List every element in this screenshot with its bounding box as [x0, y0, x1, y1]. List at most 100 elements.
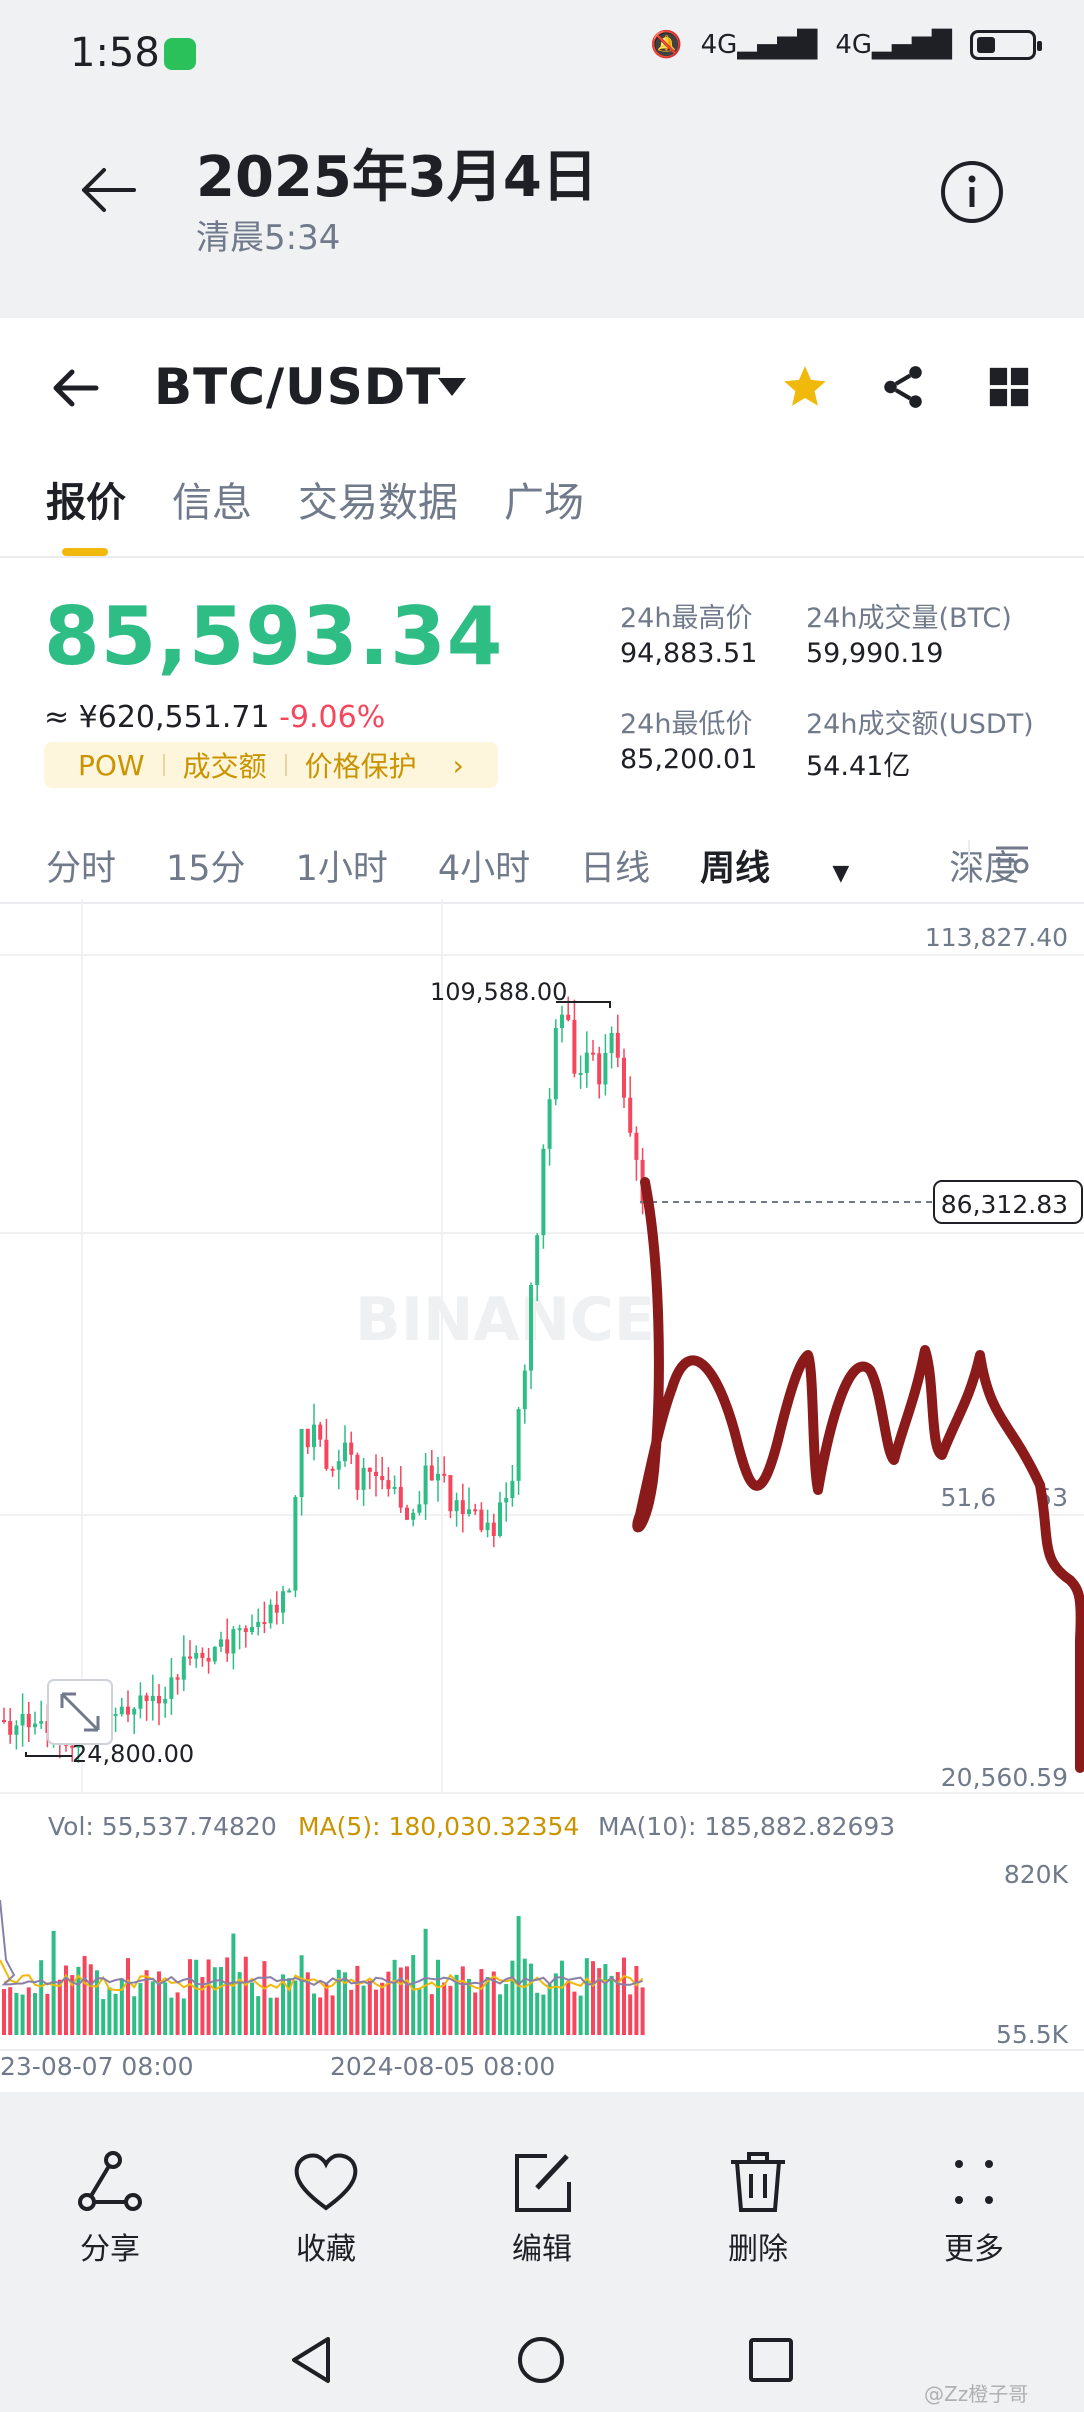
chart-settings-icon[interactable]	[994, 842, 1030, 878]
candle-body	[243, 1628, 248, 1633]
app-back-icon[interactable]	[50, 368, 100, 408]
candle-body	[423, 1465, 428, 1505]
axis-top-label: 113,827.40	[925, 923, 1068, 952]
volume-bar	[82, 1955, 87, 2035]
share-button[interactable]: 分享	[40, 2150, 180, 2268]
candle-body	[150, 1695, 155, 1702]
volume-bar	[541, 1994, 546, 2035]
candle-body	[287, 1590, 292, 1593]
volume-bar	[374, 1989, 378, 2035]
tab-quote[interactable]: 报价	[46, 470, 126, 528]
grid-icon[interactable]	[986, 364, 1032, 410]
chevron-down-icon[interactable]	[436, 376, 468, 398]
back-arrow-icon[interactable]	[78, 160, 138, 220]
candlestick-chart[interactable]: BINANCE 113,827.40 51,6 53 20,560.59 86,3…	[0, 900, 1084, 2090]
favorite-button[interactable]: 收藏	[256, 2150, 396, 2268]
trash-icon	[731, 2152, 785, 2212]
candle-body	[429, 1465, 434, 1481]
candle-body	[374, 1471, 378, 1476]
candle-body	[256, 1622, 261, 1628]
candle-body	[138, 1695, 143, 1709]
volume-bar	[349, 1989, 354, 2035]
tab-square[interactable]: 广场	[504, 470, 584, 528]
nav-recents-icon[interactable]	[746, 2335, 796, 2385]
volume-bar	[14, 1992, 19, 2035]
candle-body	[349, 1442, 354, 1455]
candle-body	[281, 1591, 285, 1613]
volume-bar	[262, 1961, 267, 2035]
volume-bar	[603, 1964, 608, 2035]
stat-vol-usdt: 54.41亿	[806, 751, 911, 782]
mute-icon: 🔕	[650, 30, 683, 60]
volume-bar	[436, 1959, 440, 2035]
volume-bar	[355, 1965, 360, 2035]
candle-body	[436, 1473, 440, 1481]
volume-bar	[293, 1980, 298, 2035]
candle-body	[113, 1714, 118, 1717]
hand-drawn-annotation	[632, 1177, 1084, 1773]
share-nodes-icon	[78, 2151, 142, 2211]
tab-indicator	[62, 548, 108, 556]
interval-15m[interactable]: 15分	[166, 840, 246, 891]
axis-bottom-label: 20,560.59	[941, 1763, 1068, 1792]
volume-bar	[312, 1993, 316, 2035]
share-icon[interactable]	[878, 362, 928, 412]
volume-bar	[628, 1994, 633, 2035]
tab-trading-data[interactable]: 交易数据	[298, 470, 458, 528]
low-leader	[25, 1752, 72, 1757]
interval-1h[interactable]: 1小时	[296, 840, 388, 891]
candle-body	[609, 1032, 614, 1054]
volume-bar	[622, 1957, 626, 2035]
more-button[interactable]: 更多	[904, 2150, 1044, 2268]
volume-bar	[132, 1996, 137, 2035]
volume-bar	[448, 1985, 453, 2035]
tag-price-protect[interactable]: 价格保护	[287, 745, 435, 785]
volume-bar	[181, 1998, 186, 2035]
candle-body	[163, 1698, 168, 1704]
interval-time[interactable]: 分时	[46, 840, 116, 891]
candle-body	[510, 1480, 515, 1498]
delete-label: 删除	[728, 2232, 788, 2267]
volume-bar	[318, 1997, 323, 2035]
edit-button[interactable]: 编辑	[472, 2150, 612, 2268]
interval-4h[interactable]: 4小时	[438, 840, 530, 891]
favorite-star-icon[interactable]	[780, 362, 830, 412]
volume-bar	[479, 1969, 484, 2035]
photo-time: 清晨5:34	[196, 218, 341, 258]
volume-bar	[26, 1987, 31, 2035]
tag-pow[interactable]: POW	[60, 749, 163, 782]
candle-body	[380, 1475, 385, 1481]
divider	[0, 556, 1084, 558]
interval-1w[interactable]: 周线 ▼	[700, 840, 899, 891]
nav-back-icon[interactable]	[286, 2335, 336, 2385]
info-icon[interactable]	[940, 160, 1004, 224]
candle-body	[622, 1057, 626, 1098]
wechat-icon	[164, 38, 196, 70]
volume-bar	[33, 1993, 37, 2035]
expand-icon[interactable]	[47, 1679, 113, 1745]
volume-bar	[113, 1993, 118, 2035]
delete-button[interactable]: 删除	[688, 2150, 828, 2268]
candle-body	[219, 1639, 223, 1647]
candle-body	[405, 1507, 409, 1520]
tag-volume[interactable]: 成交额	[165, 745, 285, 785]
nav-home-icon[interactable]	[516, 2335, 566, 2385]
price-change: -9.06%	[279, 700, 386, 735]
volume-bar	[243, 1956, 248, 2035]
candle-body	[584, 1052, 589, 1073]
candle-body	[268, 1604, 273, 1624]
volume-bar	[609, 1975, 614, 2035]
edit-icon	[515, 2154, 571, 2212]
volume-bar	[417, 1988, 422, 2035]
tag-row[interactable]: POW 成交额 价格保护 ›	[44, 742, 498, 788]
trading-pair[interactable]: BTC/USDT	[154, 358, 441, 416]
interval-1d[interactable]: 日线	[580, 840, 650, 891]
candle-body	[448, 1475, 453, 1512]
volume-bar	[126, 1958, 130, 2035]
candle-body	[330, 1468, 335, 1471]
volume-bar	[423, 1928, 428, 2035]
volume-bar	[640, 1987, 645, 2035]
tab-info[interactable]: 信息	[172, 470, 252, 528]
candle-body	[343, 1442, 347, 1462]
candle-body	[119, 1706, 124, 1715]
